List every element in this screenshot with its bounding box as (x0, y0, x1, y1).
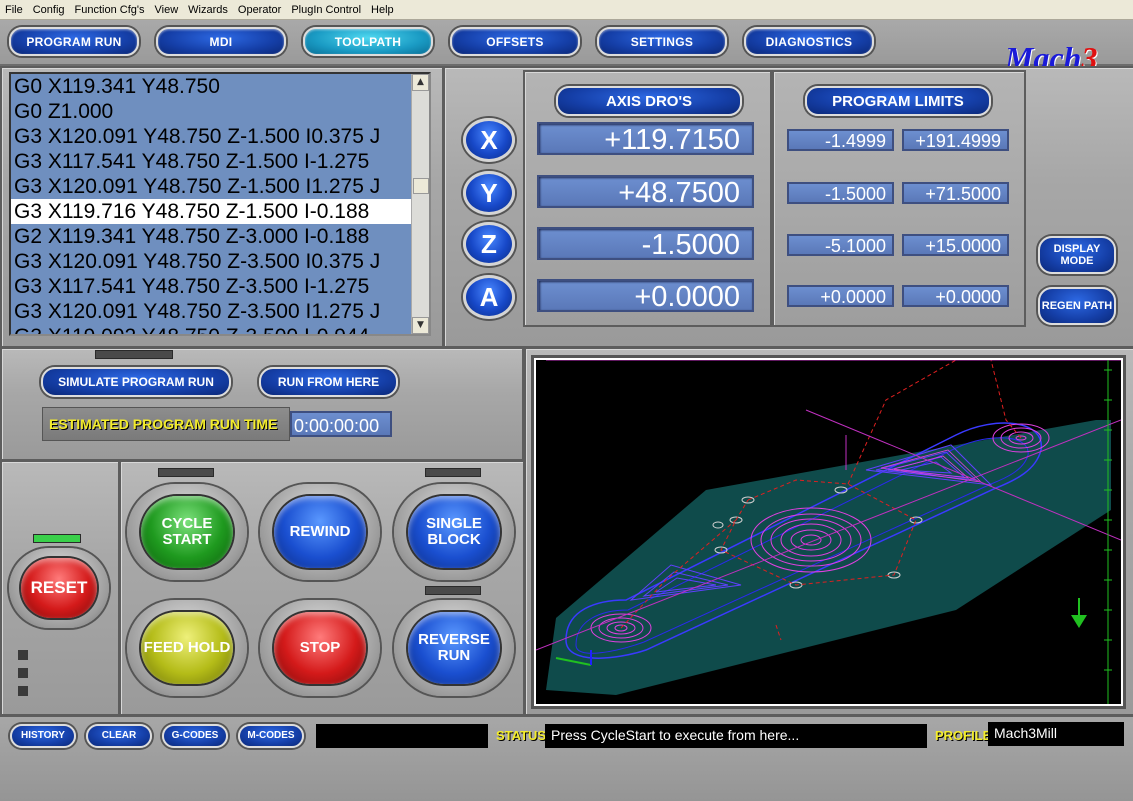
reset-indicator (33, 534, 81, 543)
led-2 (18, 668, 28, 678)
led-1 (18, 650, 28, 660)
simulate-panel (0, 347, 524, 461)
mcodes-button[interactable]: M-CODES (238, 724, 304, 748)
tab-offsets[interactable]: OFFSETS (450, 27, 580, 56)
gcode-listing[interactable]: G0 X119.341 Y48.750 G0 Z1.000 G3 X120.091 … (9, 72, 431, 336)
axis-y-button[interactable]: Y (463, 171, 515, 215)
rewind-face[interactable]: REWIND (274, 496, 366, 568)
stop-button[interactable]: STOP (260, 600, 380, 696)
gcode-line[interactable]: G3 X119.092 Y48.750 Z-3.500 I-0.944 (11, 324, 411, 334)
dro-x[interactable]: +119.7150 (537, 122, 754, 156)
profile-value: Mach3Mill (988, 722, 1124, 746)
axis-z-button[interactable]: Z (463, 222, 515, 266)
limit-x-max: +191.4999 (902, 129, 1009, 151)
gcode-line[interactable]: G3 X120.091 Y48.750 Z-3.500 I1.275 J (11, 299, 411, 324)
menu-view[interactable]: View (150, 4, 184, 16)
gcode-line[interactable]: G2 X119.341 Y48.750 Z-3.000 I-0.188 (11, 224, 411, 249)
cycle-start-indicator (158, 468, 214, 477)
limit-a-min: +0.0000 (787, 285, 894, 307)
limit-y-max: +71.5000 (902, 182, 1009, 204)
gcode-line[interactable]: G3 X120.091 Y48.750 Z-1.500 I1.275 J (11, 174, 411, 199)
scroll-down-icon[interactable]: ▼ (412, 317, 429, 334)
limit-a-max: +0.0000 (902, 285, 1009, 307)
mdi-input[interactable] (316, 724, 488, 748)
gcodes-button[interactable]: G-CODES (162, 724, 228, 748)
tab-program-run[interactable]: PROGRAM RUN (9, 27, 139, 56)
tab-settings[interactable]: SETTINGS (597, 27, 727, 56)
z-arrow-icon (1071, 598, 1087, 628)
program-limits-header: PROGRAM LIMITS (805, 86, 991, 116)
profile-label: PROFILE (935, 728, 992, 743)
single-block-indicator (425, 468, 481, 477)
estimated-time-value: 0:00:00:00 (290, 411, 392, 437)
toolpath-display[interactable] (534, 358, 1123, 706)
regen-path-button[interactable]: REGEN PATH (1038, 287, 1116, 325)
axis-a-button[interactable]: A (463, 275, 515, 319)
menu-bar: File Config Function Cfg's View Wizards … (0, 0, 1133, 20)
gcode-line[interactable]: G3 X117.541 Y48.750 Z-1.500 I-1.275 (11, 149, 411, 174)
scroll-thumb[interactable] (413, 178, 429, 194)
limit-x-min: -1.4999 (787, 129, 894, 151)
gcode-line[interactable]: G3 X120.091 Y48.750 Z-3.500 I0.375 J (11, 249, 411, 274)
gcode-line[interactable]: G0 X119.341 Y48.750 (11, 74, 411, 99)
reverse-run-face[interactable]: REVERSE RUN (408, 612, 500, 684)
axis-x-button[interactable]: X (463, 118, 515, 162)
feed-hold-face[interactable]: FEED HOLD (141, 612, 233, 684)
menu-file[interactable]: File (0, 4, 28, 16)
display-mode-button[interactable]: DISPLAY MODE (1038, 236, 1116, 274)
dro-a[interactable]: +0.0000 (537, 279, 754, 313)
single-block-face[interactable]: SINGLE BLOCK (408, 496, 500, 568)
dro-y[interactable]: +48.7500 (537, 175, 754, 209)
limit-y-min: -1.5000 (787, 182, 894, 204)
reverse-run-indicator (425, 586, 481, 595)
cycle-start-button[interactable]: CYCLE START (127, 484, 247, 580)
axis-dros-header: AXIS DRO'S (556, 86, 742, 116)
dro-z[interactable]: -1.5000 (537, 227, 754, 261)
estimated-time-label-box: ESTIMATED PROGRAM RUN TIME (42, 407, 290, 441)
tab-toolpath[interactable]: TOOLPATH (303, 27, 433, 56)
limit-z-min: -5.1000 (787, 234, 894, 256)
tab-diagnostics[interactable]: DIAGNOSTICS (744, 27, 874, 56)
single-block-button[interactable]: SINGLE BLOCK (394, 484, 514, 580)
limit-z-max: +15.0000 (902, 234, 1009, 256)
gcode-line[interactable]: G3 X120.091 Y48.750 Z-1.500 I0.375 J (11, 124, 411, 149)
gcode-scrollbar[interactable]: ▲ ▼ (411, 74, 429, 334)
simulate-program-run-button[interactable]: SIMULATE PROGRAM RUN (41, 367, 231, 397)
menu-plugin-control[interactable]: PlugIn Control (286, 4, 366, 16)
reverse-run-button[interactable]: REVERSE RUN (394, 600, 514, 696)
led-3 (18, 686, 28, 696)
toolpath-graphic (536, 360, 1121, 704)
feed-hold-button[interactable]: FEED HOLD (127, 600, 247, 696)
history-button[interactable]: HISTORY (10, 724, 76, 748)
stop-face[interactable]: STOP (274, 612, 366, 684)
screen-tabs: PROGRAM RUN MDI TOOLPATH OFFSETS SETTING… (0, 20, 1133, 76)
menu-function-cfg[interactable]: Function Cfg's (70, 4, 150, 16)
menu-operator[interactable]: Operator (233, 4, 286, 16)
cycle-start-face[interactable]: CYCLE START (141, 496, 233, 568)
status-label: STATUS (496, 728, 547, 743)
reset-button-face[interactable]: RESET (21, 558, 97, 618)
menu-wizards[interactable]: Wizards (183, 4, 233, 16)
run-from-here-button[interactable]: RUN FROM HERE (259, 367, 398, 397)
tab-mdi[interactable]: MDI (156, 27, 286, 56)
rewind-button[interactable]: REWIND (260, 484, 380, 580)
status-text: Press CycleStart to execute from here... (545, 724, 927, 748)
simulate-indicator (95, 350, 173, 359)
menu-config[interactable]: Config (28, 4, 70, 16)
gcode-line[interactable]: G0 Z1.000 (11, 99, 411, 124)
gcode-line[interactable]: G3 X119.716 Y48.750 Z-1.500 I-0.188 (11, 199, 411, 224)
clear-button[interactable]: CLEAR (86, 724, 152, 748)
scroll-up-icon[interactable]: ▲ (412, 74, 429, 91)
estimated-time-label: ESTIMATED PROGRAM RUN TIME (49, 416, 278, 432)
gcode-line[interactable]: G3 X117.541 Y48.750 Z-3.500 I-1.275 (11, 274, 411, 299)
reset-button[interactable]: RESET (9, 548, 109, 628)
menu-help[interactable]: Help (366, 4, 399, 16)
